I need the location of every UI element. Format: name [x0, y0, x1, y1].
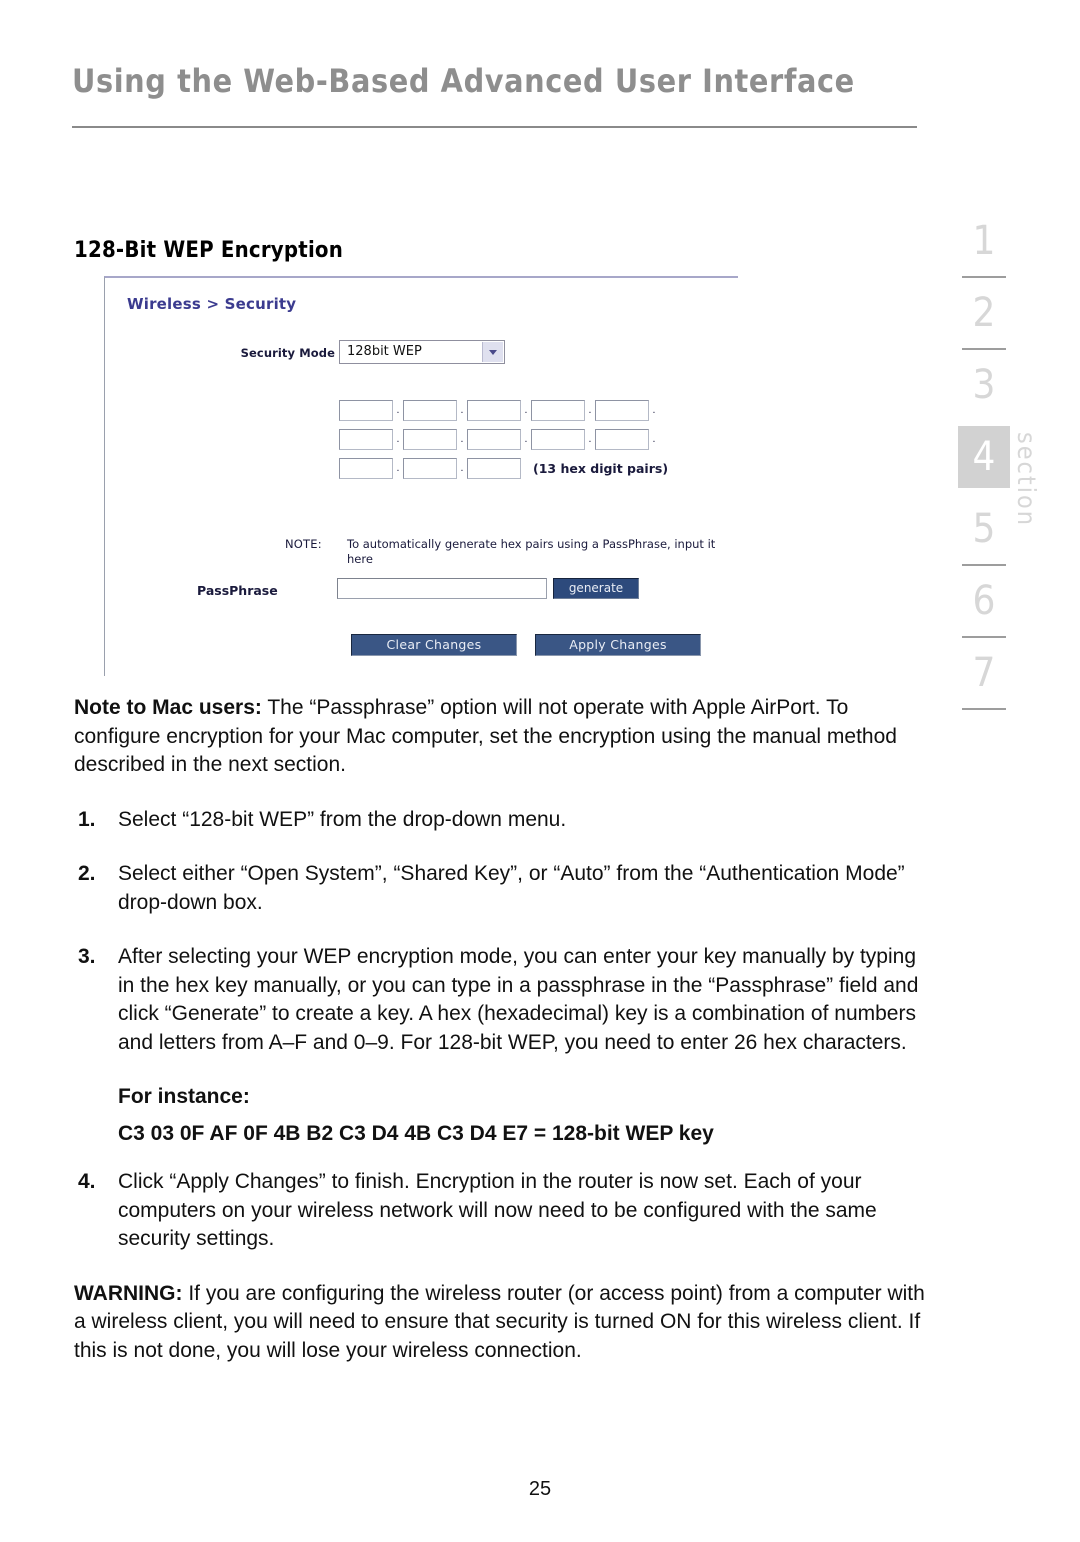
section-tab-7[interactable]: 7: [958, 642, 1010, 714]
step-text: Select either “Open System”, “Shared Key…: [118, 862, 905, 914]
warning-label: WARNING:: [74, 1281, 183, 1305]
page-number: 25: [528, 1478, 552, 1500]
section-tab-label: 7: [972, 650, 996, 696]
step-number: 2.: [78, 862, 96, 885]
hex-separator: .: [588, 434, 592, 445]
body-copy: Note to Mac users: The “Passphrase” opti…: [74, 694, 929, 1381]
step-text: After selecting your WEP encryption mode…: [118, 945, 919, 1054]
hex-pair-input[interactable]: [531, 400, 585, 421]
step-1: 1. Select “128-bit WEP” from the drop-dow…: [74, 806, 929, 835]
section-tab-label: 2: [972, 290, 996, 336]
apply-changes-button[interactable]: Apply Changes: [535, 634, 701, 656]
security-mode-value: 128bit WEP: [347, 344, 422, 359]
hex-separator: .: [396, 434, 400, 445]
mac-users-note: Note to Mac users: The “Passphrase” opti…: [74, 694, 929, 780]
page-title: Using the Web-Based Advanced User Interf…: [72, 62, 855, 100]
chevron-down-icon[interactable]: [482, 342, 503, 362]
section-tab-2[interactable]: 2: [958, 282, 1010, 354]
hex-pair-input[interactable]: [595, 400, 649, 421]
hex-pair-input[interactable]: [467, 458, 521, 479]
hex-digit-pairs-note: (13 hex digit pairs): [533, 461, 669, 476]
hex-pair-input[interactable]: [403, 400, 457, 421]
hex-separator: .: [652, 434, 656, 445]
note-text: To automatically generate hex pairs usin…: [347, 537, 716, 566]
hex-separator: .: [396, 463, 400, 474]
step-number: 4.: [78, 1170, 96, 1193]
hex-separator: .: [524, 434, 528, 445]
hex-pair-input[interactable]: [339, 458, 393, 479]
hex-pair-input[interactable]: [531, 429, 585, 450]
hex-key-row: .. (13 hex digit pairs): [339, 458, 668, 487]
section-tab-4[interactable]: 4: [958, 426, 1010, 498]
hex-pair-input[interactable]: [339, 429, 393, 450]
section-rail-word: section: [1012, 432, 1041, 528]
step-text: Click “Apply Changes” to finish. Encrypt…: [118, 1170, 877, 1250]
section-tab-label: 3: [972, 362, 996, 408]
section-tab-divider: [962, 564, 1006, 566]
generate-button[interactable]: generate: [553, 578, 639, 599]
warning-text: If you are configuring the wireless rout…: [74, 1281, 925, 1362]
sub-heading: 128-Bit WEP Encryption: [74, 238, 344, 263]
section-tab-1[interactable]: 1: [958, 210, 1010, 282]
security-mode-label: Security Mode: [240, 346, 335, 360]
hex-key-row: .....: [339, 400, 668, 429]
hex-key-row: .....: [339, 429, 668, 458]
hex-pair-input[interactable]: [339, 400, 393, 421]
page-header: Using the Web-Based Advanced User Interf…: [72, 62, 917, 100]
hex-separator: .: [652, 405, 656, 416]
hex-separator: .: [524, 405, 528, 416]
security-mode-select[interactable]: 128bit WEP: [339, 340, 505, 364]
router-ui-screenshot: Wireless > Security Security Mode 128bit…: [104, 276, 738, 676]
step-4: 4. Click “Apply Changes” to finish. Encry…: [74, 1168, 929, 1254]
mac-users-note-label: Note to Mac users:: [74, 696, 262, 719]
hex-pair-input[interactable]: [403, 458, 457, 479]
section-tab-label: 4: [958, 426, 1010, 488]
section-tab-label: 5: [972, 506, 996, 552]
section-tab-5[interactable]: 5: [958, 498, 1010, 570]
step-2: 2. Select either “Open System”, “Shared K…: [74, 860, 929, 917]
step-3: 3. After selecting your WEP encryption mo…: [74, 943, 929, 1057]
hex-pair-input[interactable]: [467, 429, 521, 450]
section-tab-divider: [962, 708, 1006, 710]
section-tab-divider: [962, 636, 1006, 638]
hex-separator: .: [460, 405, 464, 416]
hex-pair-input[interactable]: [467, 400, 521, 421]
clear-changes-button[interactable]: Clear Changes: [351, 634, 517, 656]
hex-separator: .: [460, 463, 464, 474]
section-tab-3[interactable]: 3: [958, 354, 1010, 426]
section-tab-6[interactable]: 6: [958, 570, 1010, 642]
passphrase-input[interactable]: [337, 578, 547, 599]
note-label: NOTE:: [285, 537, 322, 551]
example-wep-key: C3 03 0F AF 0F 4B B2 C3 D4 4B C3 D4 E7 =…: [118, 1121, 714, 1145]
hex-separator: .: [460, 434, 464, 445]
hex-key-grid: ..... ..... .. (13 hex digit pairs): [339, 400, 668, 487]
warning-note: WARNING: If you are configuring the wire…: [74, 1280, 929, 1366]
hex-pair-input[interactable]: [403, 429, 457, 450]
breadcrumb: Wireless > Security: [127, 295, 297, 313]
hex-separator: .: [396, 405, 400, 416]
step-text: Select “128-bit WEP” from the drop-down …: [118, 807, 567, 831]
step-number: 1.: [78, 807, 96, 831]
hex-pair-input[interactable]: [595, 429, 649, 450]
step-number: 3.: [78, 945, 96, 968]
section-tab-label: 1: [972, 218, 996, 264]
for-instance-label: For instance:: [118, 1085, 250, 1108]
section-rail: 1 2 3 4 5 6 7: [958, 210, 1010, 714]
header-divider: [72, 126, 917, 128]
section-tab-divider: [962, 276, 1006, 278]
section-tab-divider: [962, 348, 1006, 350]
passphrase-label: PassPhrase: [197, 583, 278, 598]
hex-separator: .: [588, 405, 592, 416]
section-tab-label: 6: [972, 578, 996, 624]
